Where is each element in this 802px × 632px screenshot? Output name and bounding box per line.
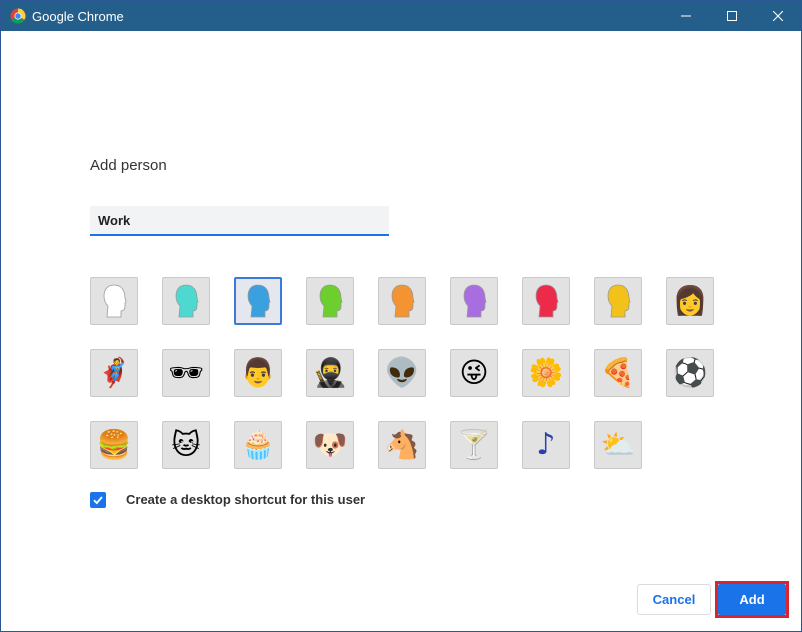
superhero-avatar[interactable]: 🦸 bbox=[90, 349, 138, 397]
close-icon bbox=[773, 11, 783, 21]
generic-yellow-avatar[interactable] bbox=[594, 277, 642, 325]
smiley-icon: 😜 bbox=[459, 356, 489, 389]
businesswoman-avatar[interactable]: 👩 bbox=[666, 277, 714, 325]
generic-white-avatar[interactable] bbox=[90, 277, 138, 325]
cocktail-icon: 🍸 bbox=[456, 428, 492, 461]
chrome-window: Google Chrome Add person 👩 🦸 🕶 👨 🥷 👽 😜 🌼 🍕 ⚽ 🍔 🐱 🧁 🐶 🐴… bbox=[0, 0, 802, 632]
dog-icon: 🐶 bbox=[312, 428, 348, 461]
minimize-button[interactable] bbox=[663, 1, 709, 31]
burger-icon: 🍔 bbox=[96, 428, 132, 461]
dialog-heading: Add person bbox=[90, 157, 167, 174]
cocktail-avatar[interactable]: 🍸 bbox=[450, 421, 498, 469]
title-bar[interactable]: Google Chrome bbox=[1, 1, 801, 31]
soccer-ball-avatar[interactable]: ⚽ bbox=[666, 349, 714, 397]
superhero-icon: 🦸 bbox=[96, 356, 132, 389]
pizza-icon: 🍕 bbox=[600, 356, 636, 389]
person-name-input[interactable] bbox=[90, 206, 389, 236]
businessman-icon: 👨 bbox=[240, 356, 276, 389]
alien-icon: 👽 bbox=[384, 356, 420, 389]
generic-red-avatar[interactable] bbox=[522, 277, 570, 325]
person-silhouette-icon bbox=[463, 284, 487, 318]
cupcake-icon: 🧁 bbox=[240, 428, 276, 461]
person-silhouette-icon bbox=[391, 284, 415, 318]
generic-teal-avatar[interactable] bbox=[162, 277, 210, 325]
smiley-avatar[interactable]: 😜 bbox=[450, 349, 498, 397]
close-button[interactable] bbox=[755, 1, 801, 31]
cancel-button[interactable]: Cancel bbox=[637, 584, 711, 615]
desktop-shortcut-label[interactable]: Create a desktop shortcut for this user bbox=[126, 492, 365, 507]
sun-cloud-avatar[interactable]: ⛅ bbox=[594, 421, 642, 469]
desktop-shortcut-checkbox[interactable] bbox=[90, 492, 106, 508]
soccer-ball-icon: ⚽ bbox=[672, 356, 708, 389]
person-silhouette-icon bbox=[607, 284, 631, 318]
dialog-content: Add person 👩 🦸 🕶 👨 🥷 👽 😜 🌼 🍕 ⚽ 🍔 🐱 🧁 🐶 🐴 🍸 ♪ ⛅ Create a d… bbox=[1, 31, 801, 631]
flower-avatar[interactable]: 🌼 bbox=[522, 349, 570, 397]
horse-avatar[interactable]: 🐴 bbox=[378, 421, 426, 469]
chrome-logo-icon bbox=[10, 8, 26, 24]
window-title: Google Chrome bbox=[32, 9, 124, 24]
flower-icon: 🌼 bbox=[528, 356, 564, 389]
sunglasses-woman-avatar[interactable]: 🕶 bbox=[162, 349, 210, 397]
sunglasses-woman-icon: 🕶 bbox=[168, 356, 204, 389]
music-note-icon: ♪ bbox=[536, 427, 556, 462]
ninja-avatar[interactable]: 🥷 bbox=[306, 349, 354, 397]
cat-icon: 🐱 bbox=[171, 428, 201, 461]
dog-avatar[interactable]: 🐶 bbox=[306, 421, 354, 469]
generic-blue-avatar[interactable] bbox=[234, 277, 282, 325]
person-silhouette-icon bbox=[247, 284, 271, 318]
checkmark-icon bbox=[93, 496, 103, 505]
maximize-icon bbox=[727, 11, 737, 21]
person-silhouette-icon bbox=[103, 284, 127, 318]
cat-avatar[interactable]: 🐱 bbox=[162, 421, 210, 469]
music-note-avatar[interactable]: ♪ bbox=[522, 421, 570, 469]
person-silhouette-icon bbox=[535, 284, 559, 318]
businesswoman-icon: 👩 bbox=[672, 284, 708, 317]
person-silhouette-icon bbox=[319, 284, 343, 318]
add-button[interactable]: Add bbox=[718, 584, 786, 615]
pizza-avatar[interactable]: 🍕 bbox=[594, 349, 642, 397]
maximize-button[interactable] bbox=[709, 1, 755, 31]
alien-avatar[interactable]: 👽 bbox=[378, 349, 426, 397]
generic-green-avatar[interactable] bbox=[306, 277, 354, 325]
burger-avatar[interactable]: 🍔 bbox=[90, 421, 138, 469]
businessman-avatar[interactable]: 👨 bbox=[234, 349, 282, 397]
generic-purple-avatar[interactable] bbox=[450, 277, 498, 325]
minimize-icon bbox=[681, 15, 691, 17]
horse-icon: 🐴 bbox=[384, 428, 420, 461]
cupcake-avatar[interactable]: 🧁 bbox=[234, 421, 282, 469]
person-silhouette-icon bbox=[175, 284, 199, 318]
sun-cloud-icon: ⛅ bbox=[600, 428, 636, 461]
ninja-icon: 🥷 bbox=[312, 356, 348, 389]
generic-orange-avatar[interactable] bbox=[378, 277, 426, 325]
